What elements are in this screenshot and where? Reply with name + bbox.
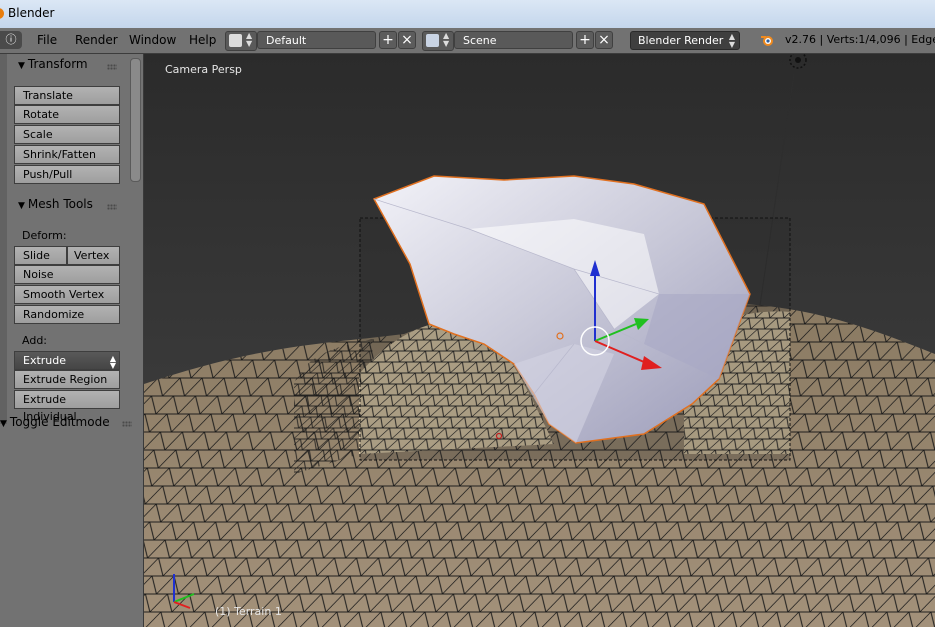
panel-drag-grip-icon[interactable] xyxy=(107,64,117,70)
chevron-updown-icon: ▲ ▼ xyxy=(109,354,116,370)
editor-type-button[interactable]: ⓘ xyxy=(0,31,22,49)
window-title: Blender xyxy=(8,6,55,20)
collapse-triangle-icon: ▼ xyxy=(18,61,25,71)
scene-statistics: v2.76 | Verts:1/4,096 | Edges: xyxy=(785,33,935,46)
scene-name[interactable]: Scene xyxy=(454,31,573,49)
scale-button[interactable]: Scale xyxy=(14,125,120,144)
slide-vertex-button[interactable]: Vertex xyxy=(67,246,120,265)
delete-screen-button[interactable]: × xyxy=(398,31,416,49)
extrude-individual-button[interactable]: Extrude Individual xyxy=(14,390,120,423)
smooth-vertex-button[interactable]: Smooth Vertex xyxy=(14,285,120,304)
info-icon: ⓘ xyxy=(5,33,17,46)
render-engine-label: Blender Render xyxy=(638,34,724,47)
menu-help[interactable]: Help xyxy=(189,33,216,47)
randomize-button[interactable]: Randomize xyxy=(14,305,120,324)
menu-render[interactable]: Render xyxy=(75,33,118,47)
screen-layout-selector[interactable]: ▲ ▼ xyxy=(225,31,257,51)
scene-selector[interactable]: ▲ ▼ xyxy=(422,31,454,51)
mesh-tools-panel-header[interactable]: ▼ Mesh Tools xyxy=(18,197,93,211)
add-label: Add: xyxy=(22,334,48,347)
transform-panel-title: Transform xyxy=(27,57,88,71)
rotate-button[interactable]: Rotate xyxy=(14,105,120,124)
blender-logo-icon xyxy=(0,8,4,19)
plus-icon: + xyxy=(579,32,591,48)
toggle-editmode-title: Toggle Editmode xyxy=(9,415,110,429)
chevron-updown-icon: ▲ ▼ xyxy=(246,31,253,48)
chevron-updown-icon: ▲ ▼ xyxy=(443,31,450,48)
menu-file[interactable]: File xyxy=(37,33,57,47)
render-engine-dropdown[interactable]: Blender Render ▲ ▼ xyxy=(630,31,740,50)
transform-panel-header[interactable]: ▼ Transform xyxy=(18,57,88,71)
toggle-editmode-panel-header[interactable]: ▼ Toggle Editmode xyxy=(0,415,110,429)
add-screen-button[interactable]: + xyxy=(379,31,397,49)
panel-drag-grip-icon[interactable] xyxy=(107,204,117,210)
deform-label: Deform: xyxy=(22,229,67,242)
info-header: ⓘ File Render Window Help ▲ ▼ Default + ×… xyxy=(0,28,935,54)
shrink-fatten-button[interactable]: Shrink/Fatten xyxy=(14,145,120,164)
title-bar: Blender xyxy=(0,0,935,29)
extrude-dropdown[interactable]: Extrude ▲ ▼ xyxy=(14,351,120,370)
tool-tabs-strip[interactable] xyxy=(0,54,7,424)
menu-window[interactable]: Window xyxy=(129,33,176,47)
translate-button[interactable]: Translate xyxy=(14,86,120,105)
viewport-canvas[interactable] xyxy=(144,54,935,627)
mesh-tools-panel-title: Mesh Tools xyxy=(27,197,93,211)
extrude-label: Extrude xyxy=(23,354,67,367)
plus-icon: + xyxy=(382,32,394,48)
push-pull-button[interactable]: Push/Pull xyxy=(14,165,120,184)
3d-viewport[interactable]: Camera Persp (1) Terrain 1 xyxy=(144,54,935,627)
screen-layout-icon xyxy=(229,34,242,47)
blender-logo-icon xyxy=(761,36,773,46)
tool-shelf-scrollbar[interactable] xyxy=(130,58,141,182)
close-icon: × xyxy=(598,32,610,48)
chevron-updown-icon: ▲ ▼ xyxy=(728,32,735,49)
panel-drag-grip-icon[interactable] xyxy=(122,421,132,427)
add-scene-button[interactable]: + xyxy=(576,31,594,49)
collapse-triangle-icon: ▼ xyxy=(18,201,25,211)
scene-icon xyxy=(426,34,439,47)
collapse-triangle-icon: ▼ xyxy=(0,419,7,429)
view-name: Camera Persp xyxy=(165,63,242,76)
object-info: (1) Terrain 1 xyxy=(215,605,282,618)
extrude-region-button[interactable]: Extrude Region xyxy=(14,370,120,389)
noise-button[interactable]: Noise xyxy=(14,265,120,284)
delete-scene-button[interactable]: × xyxy=(595,31,613,49)
slide-edge-button[interactable]: Slide Ed xyxy=(14,246,67,279)
screen-layout-name[interactable]: Default xyxy=(257,31,376,49)
close-icon: × xyxy=(401,32,413,48)
